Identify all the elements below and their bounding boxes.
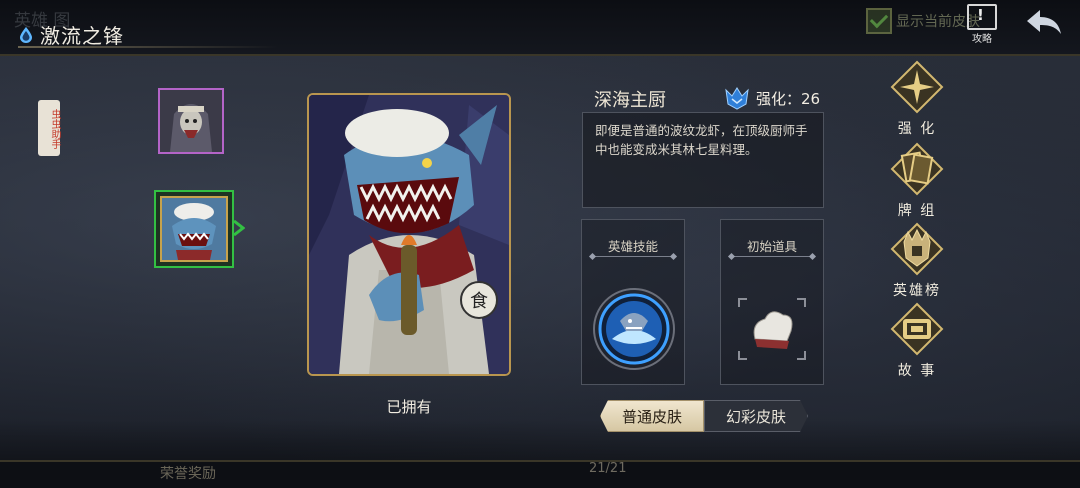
ranking-label: 英雄榜 (893, 283, 941, 299)
enhance-label: 强 化 (897, 121, 937, 137)
honor-reward-button[interactable]: 荣誉奖励 (160, 463, 216, 483)
selected-arrow-icon (233, 220, 245, 236)
story-scroll-icon (890, 302, 944, 356)
ground-shade (0, 420, 1080, 460)
deck-label: 牌 组 (897, 203, 937, 219)
guide-button[interactable]: 攻略 (966, 4, 998, 45)
enhance-crown-icon (725, 87, 749, 110)
hero-skill-panel[interactable]: 英雄技能 (581, 219, 685, 385)
hooded-hero-icon (160, 90, 222, 152)
ranking-button[interactable]: 英雄榜 (884, 222, 950, 300)
starting-item-title: 初始道具 (746, 239, 797, 254)
enhance-label: 强化：26 (756, 89, 821, 108)
top-bar: 英雄 图 激流之锋 显示当前皮肤 攻略 (0, 0, 1080, 56)
enhance-star-icon (890, 60, 944, 114)
chef-hat-item-icon[interactable] (737, 297, 807, 361)
hero-thumb-2-frame (160, 196, 228, 262)
story-label: 故 事 (897, 363, 937, 379)
divider (731, 256, 813, 257)
svg-text:食: 食 (470, 291, 488, 312)
hero-skill-title: 英雄技能 (607, 239, 658, 254)
shark-chef-portrait-icon: 食 (309, 95, 509, 374)
ranking-helmet-icon (890, 222, 944, 276)
guide-label: 攻略 (972, 34, 992, 45)
guide-book-icon (967, 4, 997, 30)
side-helper-tab[interactable]: 虫虫助手 (38, 100, 60, 156)
checkbox-icon[interactable] (866, 8, 892, 34)
story-button[interactable]: 故 事 (884, 302, 950, 380)
page-counter: 21/21 (589, 461, 627, 476)
hero-name: 深海主厨 (594, 90, 666, 111)
enhance-button[interactable]: 强 化 (884, 60, 950, 138)
hero-thumb-1[interactable] (158, 88, 224, 154)
back-arrow-icon[interactable] (1024, 6, 1064, 38)
starting-item-panel[interactable]: 初始道具 (720, 219, 824, 385)
deck-button[interactable]: 牌 组 (884, 142, 950, 220)
title-underline (18, 46, 278, 48)
water-drop-icon (20, 26, 32, 43)
hero-portrait: 食 (307, 93, 511, 376)
tab-illusion-skin[interactable]: 幻彩皮肤 (704, 400, 808, 432)
owned-status: 已拥有 (386, 398, 432, 416)
shark-chef-thumb-icon (162, 198, 226, 260)
show-current-skin-toggle[interactable]: 显示当前皮肤 (866, 8, 980, 34)
page-title: 激流之锋 (40, 24, 124, 48)
tab-normal-skin[interactable]: 普通皮肤 (600, 400, 704, 432)
hero-description: 即便是普通的波纹龙虾，在顶级厨师手中也能变成米其林七星料理。 (582, 112, 824, 208)
title-group: 激流之锋 (20, 20, 124, 49)
cards-icon (890, 142, 944, 196)
enhance-level: 强化：26 (724, 86, 820, 110)
divider (592, 256, 674, 257)
skin-tabs: 普通皮肤 幻彩皮肤 (600, 400, 808, 432)
shark-skill-icon[interactable] (592, 287, 676, 371)
hero-thumb-2[interactable] (154, 190, 234, 268)
